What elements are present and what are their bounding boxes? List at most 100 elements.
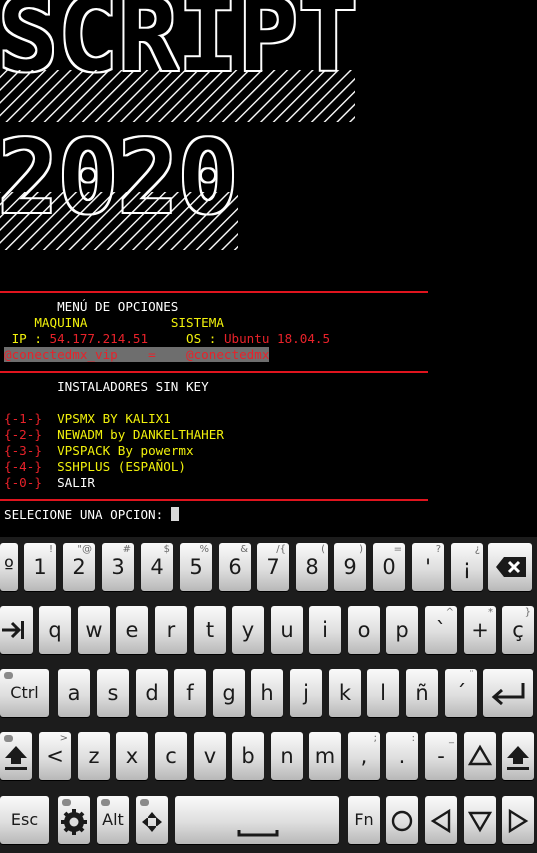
key-label: ` (435, 618, 447, 642)
key-u[interactable]: u (271, 606, 303, 654)
menu-option[interactable]: {-0-} SALIR (4, 475, 95, 491)
key-x[interactable]: x (116, 732, 148, 780)
section-title: INSTALADORES SIN KEY (57, 379, 209, 394)
tab-key[interactable] (0, 606, 33, 654)
key-b[interactable]: b (232, 732, 264, 780)
option-label: SALIR (57, 475, 96, 490)
key-alt-label: ) (359, 544, 363, 555)
arrow-down-key[interactable] (464, 796, 496, 844)
key-symbol[interactable]: '? (412, 543, 444, 591)
menu-option[interactable]: {-2-} NEWADM by DANKELTHAHER (4, 427, 224, 443)
key-ctrl[interactable]: Ctrl (0, 669, 49, 717)
arrow-left-icon (425, 796, 457, 844)
key-8[interactable]: 8( (296, 543, 328, 591)
key-d[interactable]: d (136, 669, 168, 717)
key-label: u (280, 618, 294, 642)
key-v[interactable]: v (194, 732, 226, 780)
shift-key[interactable] (502, 732, 534, 780)
key-0[interactable]: 0 = (373, 543, 405, 591)
key-esc[interactable]: Esc (0, 796, 49, 844)
key-alt-label: % (199, 544, 209, 555)
key-alt-label: $ (163, 544, 170, 555)
key-ñ[interactable]: ñ (406, 669, 438, 717)
key-4[interactable]: 4 $ (141, 543, 173, 591)
key-1[interactable]: 1! (24, 543, 56, 591)
key-alt[interactable]: Alt (97, 796, 129, 844)
key-7[interactable]: 7/{ (257, 543, 289, 591)
key-5[interactable]: 5% (180, 543, 212, 591)
key-a[interactable]: a (58, 669, 90, 717)
key-symbol[interactable]: ´ ¨ (445, 669, 477, 717)
backspace-key[interactable] (488, 543, 532, 591)
key-9[interactable]: 9) (334, 543, 366, 591)
dpad-key[interactable] (136, 796, 168, 844)
arrow-right-key[interactable] (502, 796, 534, 844)
key-f[interactable]: f (174, 669, 206, 717)
key-r[interactable]: r (155, 606, 187, 654)
option-number: {-1-} (4, 411, 42, 426)
menu-option[interactable]: {-4-} SSHPLUS (ESPAÑOL) (4, 459, 186, 475)
terminal-screen[interactable]: SCRIPT 2020 MENÚ DE OPCIONES MAQUINA SIS… (0, 0, 537, 537)
key-symbol[interactable]: < > (39, 732, 71, 780)
space-key[interactable] (175, 796, 339, 844)
key-o[interactable]: o (348, 606, 380, 654)
key-symbol[interactable]: º (0, 543, 18, 591)
key-symbol[interactable]: .: (386, 732, 418, 780)
system-label: SISTEMA (170, 315, 224, 330)
key-l[interactable]: l (367, 669, 399, 717)
key-j[interactable]: j (290, 669, 322, 717)
key-label: 2 (72, 555, 86, 579)
menu-option[interactable]: {-1-} VPSMX BY KALIX1 (4, 411, 171, 427)
circle-key[interactable] (386, 796, 418, 844)
option-label: VPSMX BY KALIX1 (57, 411, 171, 426)
key-t[interactable]: t (194, 606, 226, 654)
menu-option[interactable]: {-3-} VPSPACK By powermx (4, 443, 194, 459)
key-ç[interactable]: ç} (502, 606, 534, 654)
key-label: Esc (10, 810, 39, 829)
tab-icon (0, 606, 33, 654)
key-m[interactable]: m (309, 732, 341, 780)
key-6[interactable]: 6 & (219, 543, 251, 591)
key-label: m (314, 744, 336, 768)
key-k[interactable]: k (329, 669, 361, 717)
shift-key[interactable] (0, 732, 32, 780)
key-alt-label: ! (48, 544, 53, 555)
key-e[interactable]: e (116, 606, 148, 654)
prompt-line[interactable]: SELECIONE UNA OPCION: (4, 507, 179, 523)
arrow-left-key[interactable] (425, 796, 457, 844)
key-g[interactable]: g (213, 669, 245, 717)
key-p[interactable]: p (386, 606, 418, 654)
key-y[interactable]: y (232, 606, 264, 654)
key-label: v (203, 744, 217, 768)
shift-icon (502, 732, 534, 780)
key-symbol[interactable]: ` ^ (425, 606, 457, 654)
credit-left: @conectedmx_vip (4, 347, 118, 362)
key-i[interactable]: i (309, 606, 341, 654)
settings-key[interactable] (58, 796, 90, 844)
key-symbol[interactable]: + * (464, 606, 496, 654)
key-alt-label: ¿ (474, 544, 480, 555)
enter-key[interactable] (483, 669, 533, 717)
arrow-up-key[interactable] (464, 732, 496, 780)
key-c[interactable]: c (155, 732, 187, 780)
key-label: f (186, 681, 194, 705)
key-fn[interactable]: Fn (348, 796, 380, 844)
key-symbol[interactable]: ,; (348, 732, 380, 780)
key-alt-label: ¨ (469, 670, 474, 681)
key-2[interactable]: 2 "@ (63, 543, 95, 591)
ip-label: IP : (11, 331, 50, 346)
key-3[interactable]: 3 # (102, 543, 134, 591)
key-z[interactable]: z (78, 732, 110, 780)
key-s[interactable]: s (97, 669, 129, 717)
menu-title: MENÚ DE OPCIONES (57, 299, 179, 314)
option-label: NEWADM by DANKELTHAHER (57, 427, 224, 442)
key-q[interactable]: q (39, 606, 71, 654)
key-label: s (107, 681, 119, 705)
key-h[interactable]: h (251, 669, 283, 717)
modifier-indicator (4, 672, 13, 679)
key-symbol[interactable]: ¡ ¿ (451, 543, 483, 591)
prompt-text: SELECIONE UNA OPCION: (4, 507, 171, 522)
key-n[interactable]: n (271, 732, 303, 780)
key-w[interactable]: w (78, 606, 110, 654)
key-symbol[interactable]: - _ (425, 732, 457, 780)
